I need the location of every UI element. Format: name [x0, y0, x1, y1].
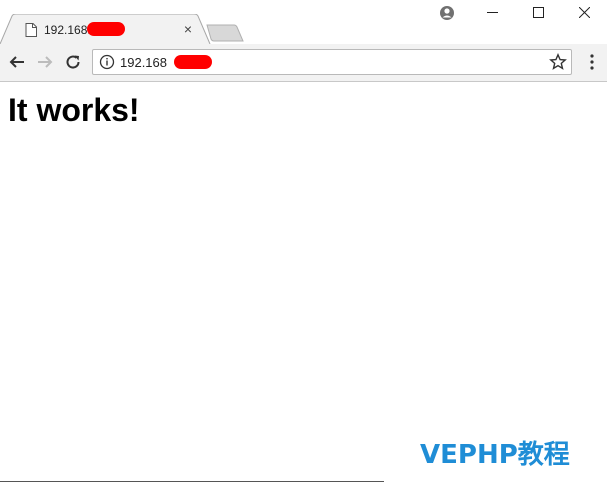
page-heading: It works! [8, 92, 140, 128]
address-bar[interactable]: 192.168 [92, 49, 572, 75]
new-tab-button[interactable] [206, 24, 244, 42]
profile-icon[interactable] [439, 5, 455, 21]
minimize-button[interactable] [469, 0, 515, 24]
maximize-button[interactable] [515, 0, 561, 24]
redaction-mark [87, 22, 125, 36]
watermark-text: VEPHP教程 [420, 440, 570, 470]
close-window-button[interactable] [561, 0, 607, 24]
tab-close-button[interactable]: × [181, 21, 195, 37]
url-text[interactable]: 192.168 [120, 55, 167, 70]
horizontal-rule [0, 481, 384, 482]
kebab-menu-icon[interactable] [584, 53, 600, 71]
tab-strip: 192.168. × [0, 0, 607, 45]
window-controls [469, 0, 607, 26]
page-content: It works! VEPHP教程 [0, 82, 607, 484]
back-arrow-icon[interactable] [7, 52, 27, 72]
redaction-mark [174, 55, 212, 69]
toolbar: 192.168 [0, 44, 607, 82]
star-icon[interactable] [549, 53, 567, 71]
forward-arrow-icon[interactable] [35, 52, 55, 72]
info-icon[interactable] [99, 54, 115, 70]
reload-icon[interactable] [63, 52, 83, 72]
browser-window: 192.168. × 192.168 It works! VEPHP教程 [0, 0, 607, 484]
page-icon [24, 22, 38, 38]
